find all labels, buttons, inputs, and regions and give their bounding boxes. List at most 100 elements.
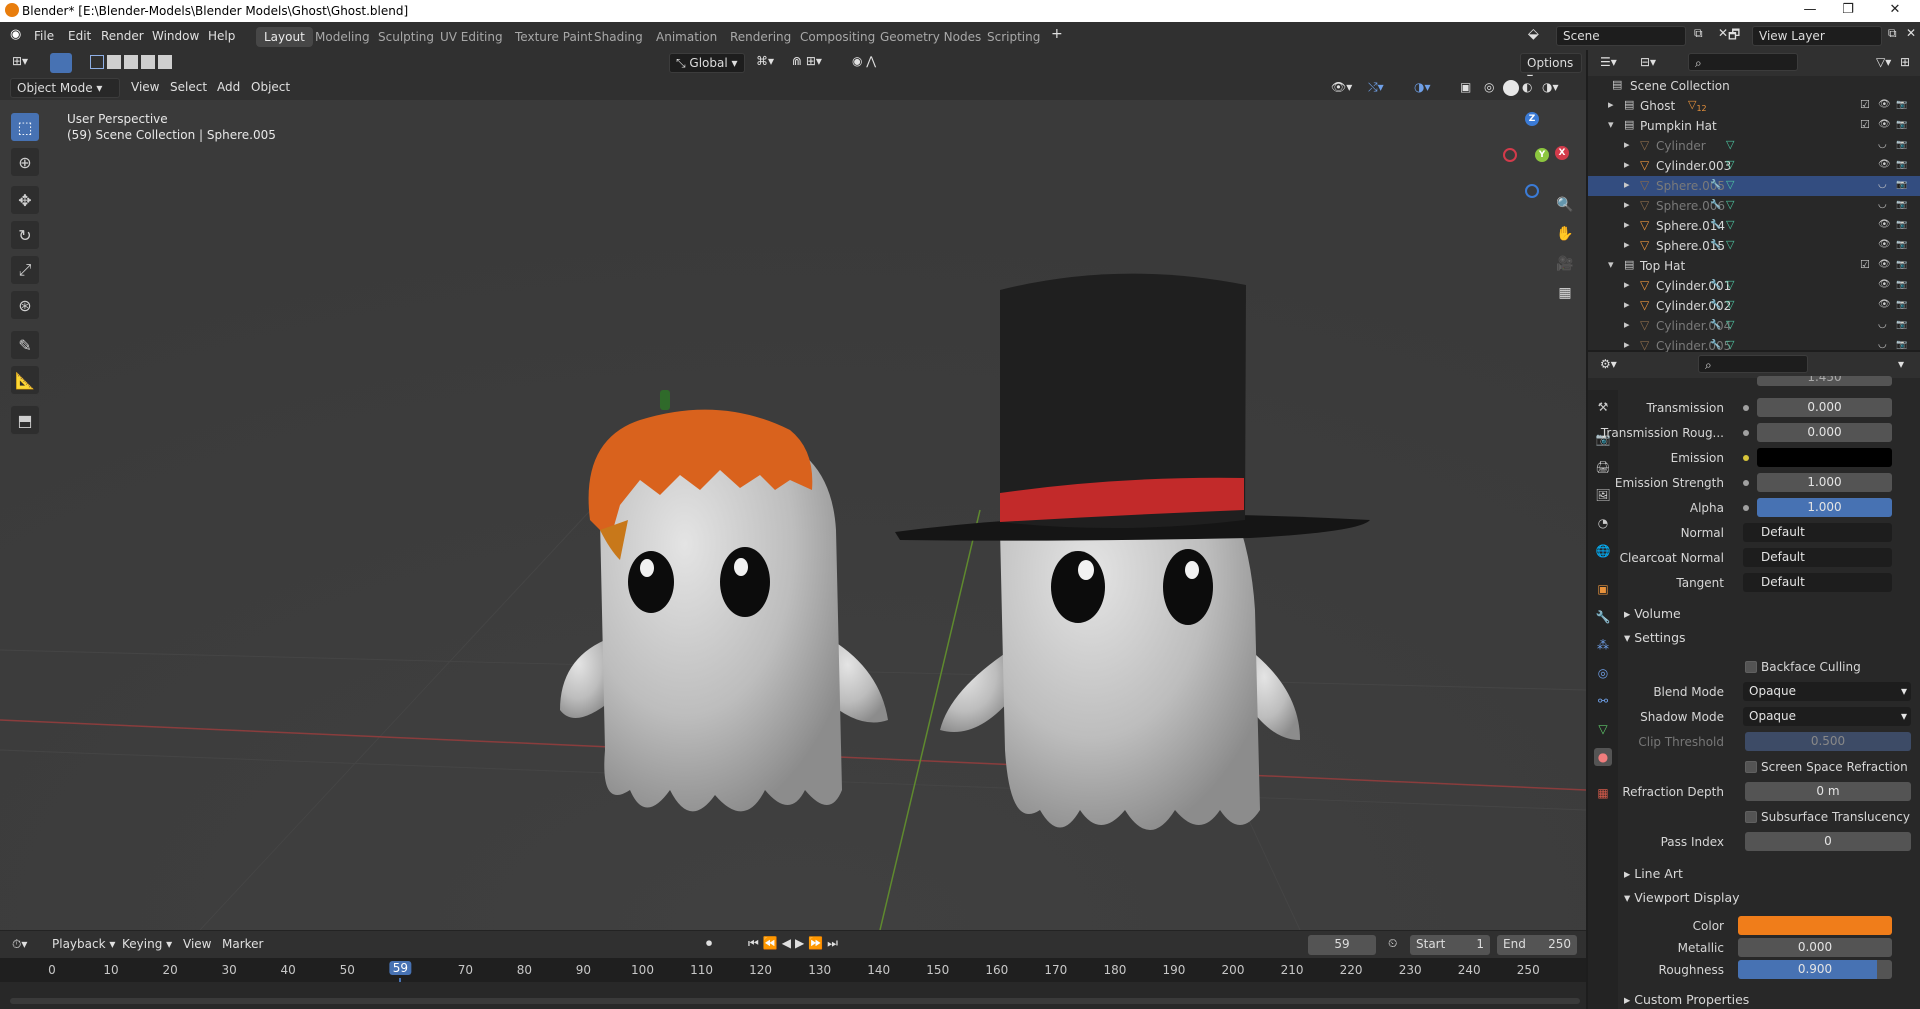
preview-range-icon[interactable]: ⏲ (1388, 936, 1397, 951)
render-visibility-icon[interactable]: 📷 (1896, 239, 1908, 251)
clearcoat-normal-field[interactable]: Default (1743, 548, 1892, 567)
tab-scripting[interactable]: Scripting (979, 27, 1048, 47)
backface-culling-checkbox[interactable] (1745, 661, 1757, 673)
emission-strength-field[interactable]: 1.000 (1757, 473, 1892, 492)
visibility-eye-icon[interactable]: ◡ (1878, 139, 1890, 151)
auto-keying-icon[interactable]: ⏺ (706, 936, 712, 951)
render-visibility-icon[interactable]: 📷 (1896, 279, 1908, 291)
measure-tool-icon[interactable]: 📐 (10, 365, 40, 395)
view-layer-icon[interactable]: 🗗 (1728, 26, 1740, 48)
outliner-object-row[interactable]: ▸ ▽ Cylinder.004 ▽ 🔧 ◡ 📷 (1588, 316, 1920, 336)
alpha-field[interactable]: 1.000 (1757, 498, 1892, 517)
mesh-data-icon[interactable]: ▽ (1726, 279, 1738, 291)
material-preview-icon[interactable]: ◐ (1522, 80, 1532, 94)
constraints-tab-icon[interactable]: ⚯ (1594, 692, 1612, 710)
mesh-data-icon[interactable]: ▽ (1726, 159, 1738, 171)
visibility-icon[interactable]: 👁▾ (1331, 80, 1352, 94)
particles-tab-icon[interactable]: ⁂ (1594, 636, 1612, 654)
viewport-menu-object[interactable]: Object (251, 80, 290, 94)
visibility-eye-icon[interactable]: 👁 (1878, 219, 1891, 231)
socket-dot[interactable] (1743, 455, 1749, 461)
exclude-checkbox[interactable]: ☑ (1860, 119, 1872, 131)
visibility-eye-icon[interactable]: ◡ (1878, 199, 1890, 211)
tab-rendering[interactable]: Rendering (722, 27, 799, 47)
view-layer-tab-icon[interactable]: 🖼 (1594, 486, 1612, 504)
add-workspace-icon[interactable]: + (1051, 26, 1063, 42)
outliner-collection-row[interactable]: ▾ ▤ Top Hat ☑ 👁 📷 (1588, 256, 1920, 276)
expand-arrow-icon[interactable]: ▸ (1624, 339, 1636, 351)
pan-hand-icon[interactable]: ✋ (1553, 222, 1577, 246)
perspective-toggle-icon[interactable]: ▦ (1553, 281, 1577, 305)
shadow-mode-dropdown[interactable]: Opaque ▾ (1743, 707, 1911, 726)
proportional-edit-icon[interactable]: ◉ ⋀ (852, 54, 876, 68)
wireframe-shading-icon[interactable]: ◎ (1484, 80, 1494, 94)
tab-shading[interactable]: Shading (586, 27, 651, 47)
restore-icon[interactable]: ❐ (1838, 2, 1858, 17)
modifier-icon[interactable]: 🔧 (1710, 239, 1722, 251)
menu-render[interactable]: Render (101, 29, 144, 43)
render-visibility-icon[interactable]: 📷 (1896, 299, 1908, 311)
viewport-display-panel-header[interactable]: ▾ Viewport Display (1624, 890, 1740, 905)
outliner-root-row[interactable]: ▤ Scene Collection (1588, 76, 1920, 96)
render-visibility-icon[interactable]: 📷 (1896, 339, 1908, 351)
select-box-tool-icon[interactable] (50, 53, 72, 73)
new-scene-icon[interactable]: ⧉ (1694, 26, 1703, 41)
expand-arrow-icon[interactable]: ▾ (1608, 119, 1620, 131)
tab-layout[interactable]: Layout (256, 27, 313, 47)
visibility-eye-icon[interactable]: ◡ (1878, 339, 1890, 351)
y-axis-icon[interactable]: Y (1535, 148, 1549, 162)
viewport-menu-select[interactable]: Select (170, 80, 207, 94)
new-collection-icon[interactable]: ⊞ (1900, 55, 1910, 69)
visibility-eye-icon[interactable]: 👁 (1878, 99, 1891, 111)
render-visibility-icon[interactable]: 📷 (1896, 99, 1908, 111)
modifier-icon[interactable]: 🔧 (1710, 319, 1722, 331)
outliner-object-row[interactable]: ▸ ▽ Cylinder ▽ ◡ 📷 (1588, 136, 1920, 156)
outliner-editor-type-icon[interactable]: ☰▾ (1600, 55, 1617, 69)
clip-threshold-field[interactable]: 0.500 (1745, 732, 1911, 751)
properties-search-input[interactable]: ⌕ (1698, 355, 1808, 373)
ior-field-partial[interactable]: 1.450 (1757, 376, 1892, 386)
x-axis-icon[interactable]: X (1555, 146, 1569, 160)
mesh-data-icon[interactable]: ▽ (1726, 139, 1738, 151)
refraction-depth-field[interactable]: 0 m (1745, 782, 1911, 801)
render-visibility-icon[interactable]: 📷 (1896, 119, 1908, 131)
view-layer-field[interactable]: View Layer (1752, 26, 1882, 46)
exclude-checkbox[interactable]: ☑ (1860, 259, 1872, 271)
render-visibility-icon[interactable]: 📷 (1896, 219, 1908, 231)
line-art-panel-header[interactable]: ▸ Line Art (1624, 866, 1683, 881)
expand-arrow-icon[interactable]: ▸ (1624, 139, 1636, 151)
mesh-data-icon[interactable]: ▽ (1726, 179, 1738, 191)
texture-tab-icon[interactable]: ▦ (1594, 784, 1612, 802)
zoom-icon[interactable]: 🔍 (1553, 193, 1577, 217)
transform-orientation-dropdown[interactable]: ⤡ Global ▾ (669, 53, 745, 73)
camera-view-icon[interactable]: 🎥 (1553, 252, 1577, 276)
tab-animation[interactable]: Animation (648, 27, 725, 47)
modifier-icon[interactable]: 🔧 (1710, 299, 1722, 311)
modifier-icon[interactable]: 🔧 (1710, 219, 1722, 231)
mesh-data-icon[interactable]: ▽ (1726, 319, 1738, 331)
playback-controls[interactable]: ⏮⏪◀▶⏩⏭ (748, 936, 842, 951)
expand-arrow-icon[interactable]: ▸ (1624, 159, 1636, 171)
vd-metallic-field[interactable]: 0.000 (1738, 938, 1892, 957)
render-visibility-icon[interactable]: 📷 (1896, 159, 1908, 171)
delete-scene-icon[interactable]: ✕ (1718, 26, 1728, 40)
current-frame-indicator[interactable]: 59 (389, 961, 412, 975)
expand-arrow-icon[interactable]: ▸ (1624, 319, 1636, 331)
data-tab-icon[interactable]: ▽ (1594, 720, 1612, 738)
render-visibility-icon[interactable]: 📷 (1896, 139, 1908, 151)
expand-arrow-icon[interactable]: ▸ (1624, 179, 1636, 191)
solid-shading-icon[interactable] (1503, 80, 1519, 96)
current-frame-field[interactable]: 59 (1308, 935, 1376, 955)
viewport-menu-view[interactable]: View (131, 80, 159, 94)
menu-file[interactable]: File (34, 29, 54, 43)
blend-mode-dropdown[interactable]: Opaque ▾ (1743, 682, 1911, 701)
physics-tab-icon[interactable]: ◎ (1594, 664, 1612, 682)
expand-arrow-icon[interactable]: ▾ (1608, 259, 1620, 271)
modifiers-tab-icon[interactable]: 🔧 (1594, 608, 1612, 626)
vd-color-swatch[interactable] (1738, 916, 1892, 935)
screen-space-refraction-checkbox[interactable] (1745, 761, 1757, 773)
modifier-icon[interactable]: 🔧 (1710, 199, 1722, 211)
timeline-menu-marker[interactable]: Marker (222, 937, 263, 951)
visibility-eye-icon[interactable]: 👁 (1878, 119, 1891, 131)
render-visibility-icon[interactable]: 📷 (1896, 199, 1908, 211)
